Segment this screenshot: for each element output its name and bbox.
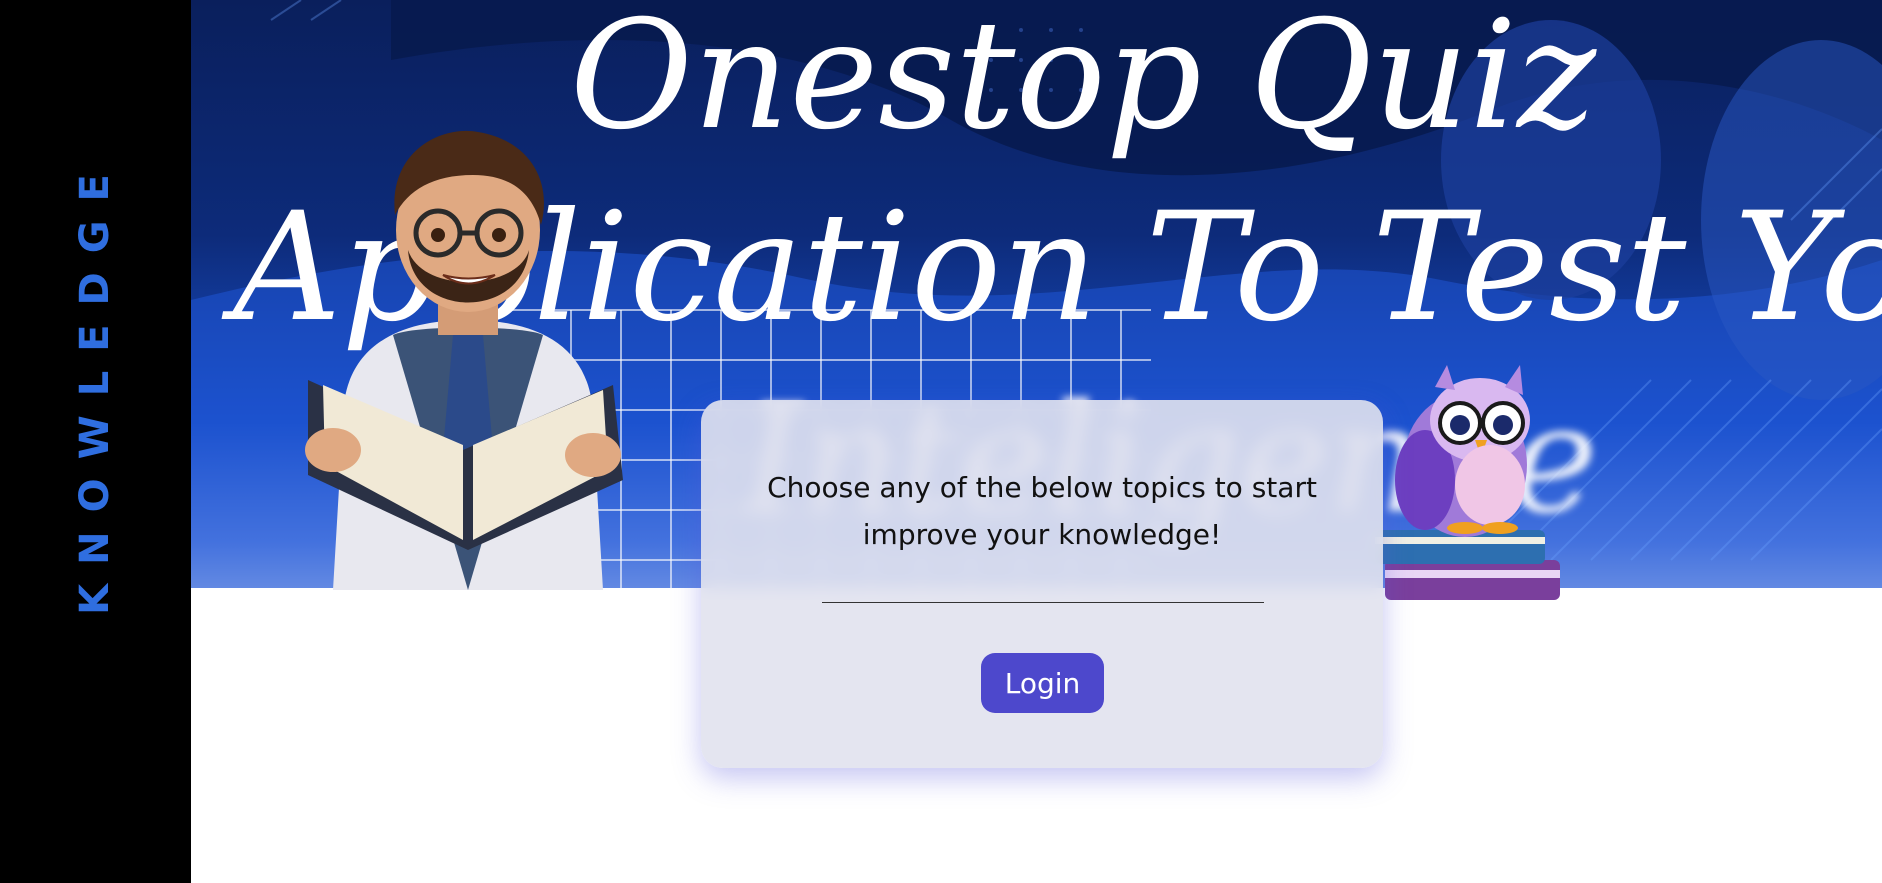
- login-card: Choose any of the below topics to start …: [701, 400, 1383, 768]
- card-message: Choose any of the below topics to start …: [741, 464, 1343, 558]
- teacher-illustration: [305, 130, 623, 590]
- owl-illustration: [1375, 365, 1560, 600]
- sidebar: KNOWLEDGE: [0, 0, 191, 883]
- sidebar-label: KNOWLEDGE: [72, 155, 118, 615]
- card-divider: [822, 602, 1264, 603]
- login-button[interactable]: Login: [981, 653, 1104, 713]
- card-message-line-1: Choose any of the below topics to start: [767, 471, 1317, 504]
- card-message-line-2: improve your knowledge!: [862, 518, 1222, 551]
